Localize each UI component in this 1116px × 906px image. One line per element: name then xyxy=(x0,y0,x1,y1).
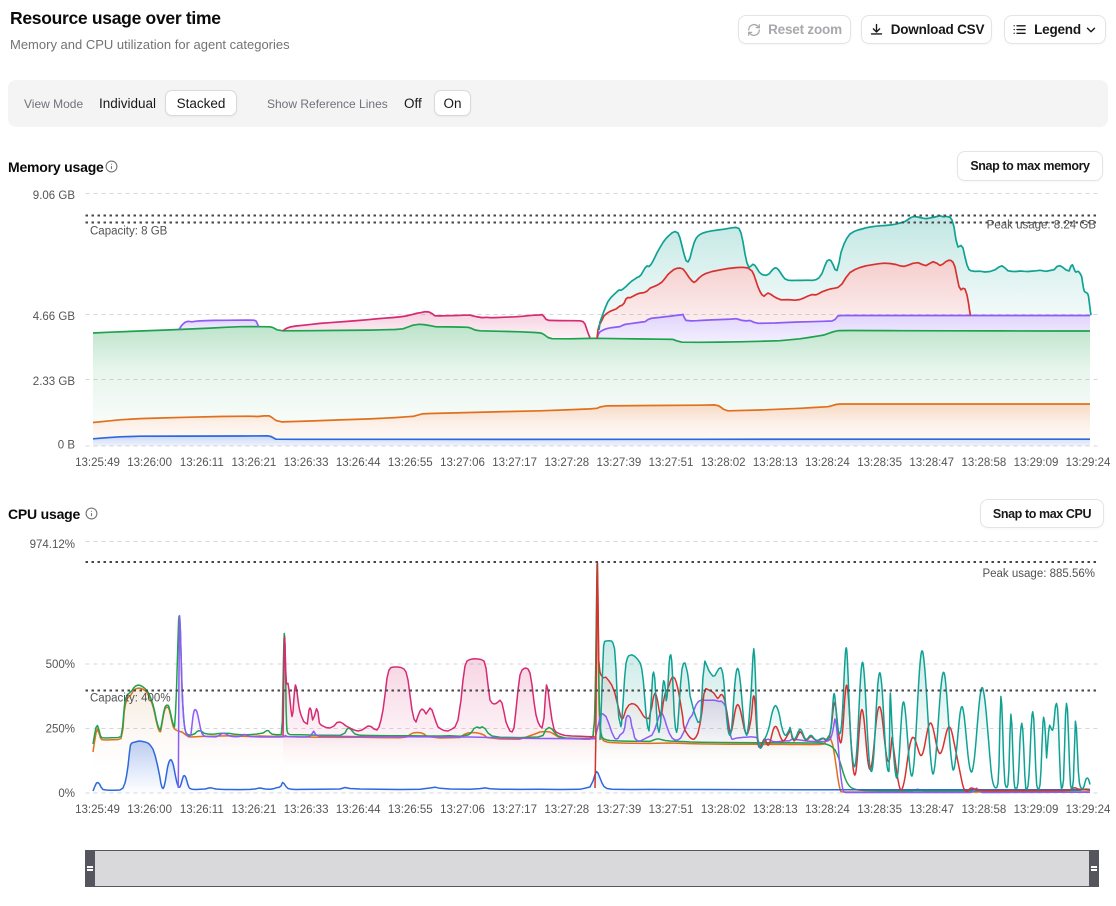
svg-text:13:28:58: 13:28:58 xyxy=(962,804,1007,816)
svg-text:Capacity: 8 GB: Capacity: 8 GB xyxy=(90,226,168,238)
svg-text:13:26:33: 13:26:33 xyxy=(284,804,329,816)
svg-text:13:28:58: 13:28:58 xyxy=(962,457,1007,469)
svg-text:13:25:49: 13:25:49 xyxy=(75,804,120,816)
svg-text:2.33 GB: 2.33 GB xyxy=(33,376,76,388)
svg-text:13:26:21: 13:26:21 xyxy=(232,804,277,816)
svg-text:13:26:55: 13:26:55 xyxy=(388,804,433,816)
svg-text:13:26:21: 13:26:21 xyxy=(232,457,277,469)
svg-text:Capacity: 400%: Capacity: 400% xyxy=(90,693,171,705)
svg-text:13:28:02: 13:28:02 xyxy=(701,457,746,469)
svg-text:13:26:44: 13:26:44 xyxy=(336,457,381,469)
svg-text:4.66 GB: 4.66 GB xyxy=(33,311,76,323)
svg-text:13:27:17: 13:27:17 xyxy=(492,457,537,469)
svg-text:250%: 250% xyxy=(46,724,75,736)
svg-text:500%: 500% xyxy=(46,659,75,671)
svg-text:13:27:51: 13:27:51 xyxy=(649,457,694,469)
svg-text:13:26:44: 13:26:44 xyxy=(336,804,381,816)
svg-text:0 B: 0 B xyxy=(58,440,76,452)
svg-text:13:29:24: 13:29:24 xyxy=(1066,804,1111,816)
svg-text:13:29:09: 13:29:09 xyxy=(1014,804,1059,816)
svg-text:13:26:11: 13:26:11 xyxy=(180,804,224,816)
svg-text:9.06 GB: 9.06 GB xyxy=(33,190,76,202)
svg-text:13:29:09: 13:29:09 xyxy=(1014,457,1059,469)
svg-text:13:26:55: 13:26:55 xyxy=(388,457,433,469)
svg-text:13:28:35: 13:28:35 xyxy=(857,804,902,816)
svg-text:13:28:13: 13:28:13 xyxy=(753,457,798,469)
svg-text:13:28:47: 13:28:47 xyxy=(909,457,954,469)
svg-text:13:26:00: 13:26:00 xyxy=(127,804,172,816)
svg-text:13:26:11: 13:26:11 xyxy=(180,457,224,469)
svg-text:13:25:49: 13:25:49 xyxy=(75,457,120,469)
svg-text:974.12%: 974.12% xyxy=(30,539,75,551)
svg-text:13:27:06: 13:27:06 xyxy=(440,804,485,816)
svg-text:13:27:06: 13:27:06 xyxy=(440,457,485,469)
svg-text:13:26:33: 13:26:33 xyxy=(284,457,329,469)
svg-text:0%: 0% xyxy=(58,788,75,800)
svg-text:Peak usage: 8.24 GB: Peak usage: 8.24 GB xyxy=(987,220,1097,232)
svg-text:13:27:28: 13:27:28 xyxy=(544,804,589,816)
svg-text:13:27:51: 13:27:51 xyxy=(649,804,694,816)
svg-text:13:28:02: 13:28:02 xyxy=(701,804,746,816)
svg-text:13:28:13: 13:28:13 xyxy=(753,804,798,816)
svg-text:13:27:17: 13:27:17 xyxy=(492,804,537,816)
svg-text:13:27:28: 13:27:28 xyxy=(544,457,589,469)
svg-text:13:28:35: 13:28:35 xyxy=(857,457,902,469)
svg-text:13:28:24: 13:28:24 xyxy=(805,457,850,469)
svg-text:13:29:24: 13:29:24 xyxy=(1066,457,1111,469)
svg-text:13:27:39: 13:27:39 xyxy=(597,457,642,469)
svg-text:13:28:24: 13:28:24 xyxy=(805,804,850,816)
svg-text:Peak usage: 885.56%: Peak usage: 885.56% xyxy=(982,568,1095,580)
svg-text:13:28:47: 13:28:47 xyxy=(909,804,954,816)
svg-text:13:27:39: 13:27:39 xyxy=(597,804,642,816)
svg-text:13:26:00: 13:26:00 xyxy=(127,457,172,469)
